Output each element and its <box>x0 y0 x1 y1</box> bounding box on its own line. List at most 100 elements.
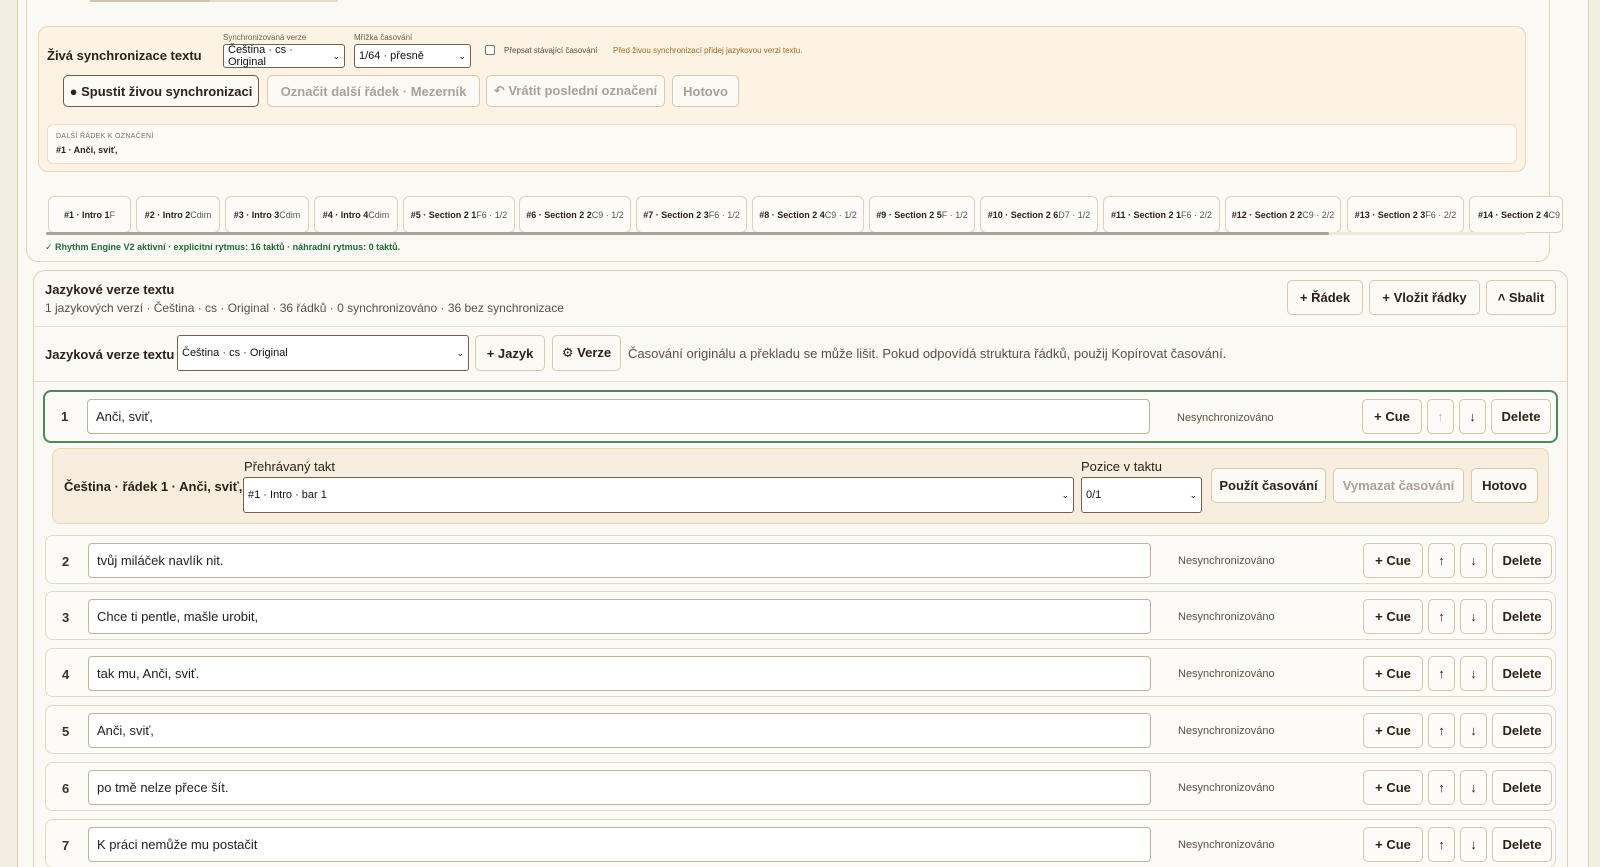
line-number: 6 <box>62 781 70 796</box>
rhythm-engine-status: ✓ Rhythm Engine V2 aktivní · explicitní … <box>45 242 401 252</box>
add-language-button[interactable]: + Jazyk <box>475 335 545 371</box>
versions-settings-button[interactable]: ⚙ Verze <box>552 335 621 371</box>
move-down-button[interactable]: ↓ <box>1460 827 1487 862</box>
chevron-down-icon: ⌄ <box>332 50 340 61</box>
bar-tab[interactable]: #3 · Intro 3 Cdim <box>225 196 309 233</box>
lyric-line-input[interactable]: Anči, sviť, <box>88 713 1151 748</box>
lyric-line-input[interactable]: K práci nemůže mu postačit <box>88 827 1151 862</box>
delete-line-button[interactable]: Delete <box>1492 599 1552 634</box>
line-number: 5 <box>62 724 70 739</box>
delete-line-button[interactable]: Delete <box>1491 399 1551 434</box>
bar-tab[interactable]: #2 · Intro 2 Cdim <box>136 196 220 233</box>
chevron-down-icon: ⌄ <box>1061 489 1069 500</box>
language-versions-summary: 1 jazykových verzí · Čeština · cs · Orig… <box>45 301 564 315</box>
line-number: 7 <box>62 838 70 853</box>
next-line-box: DALŠÍ ŘÁDEK K OZNAČENÍ #1 · Anči, sviť, <box>47 124 1517 164</box>
chevron-down-icon: ⌄ <box>458 50 466 61</box>
add-cue-button[interactable]: + Cue <box>1363 713 1423 748</box>
move-up-button[interactable]: ↑ <box>1428 713 1455 748</box>
delete-line-button[interactable]: Delete <box>1492 543 1552 578</box>
live-sync-hint: Před živou synchronizací přidej jazykovo… <box>613 46 803 55</box>
lyric-line-input[interactable]: Chce ti pentle, mašle urobit, <box>88 599 1151 634</box>
sync-status: Nesynchronizováno <box>1178 782 1275 794</box>
sync-status: Nesynchronizováno <box>1178 668 1275 680</box>
bar-tab[interactable]: #1 · Intro 1F <box>48 196 131 233</box>
add-cue-button[interactable]: + Cue <box>1363 543 1423 578</box>
bar-tab[interactable]: #5 · Section 2 1 F6 · 1/2 <box>403 196 515 233</box>
collapse-button[interactable]: ˄ Sbalit <box>1486 280 1556 315</box>
delete-line-button[interactable]: Delete <box>1492 827 1552 862</box>
overwrite-checkbox[interactable] <box>485 45 495 55</box>
add-cue-button[interactable]: + Cue <box>1363 656 1423 691</box>
add-cue-button[interactable]: + Cue <box>1363 770 1423 805</box>
start-live-sync-button[interactable]: ● Spustit živou synchronizaci <box>63 75 259 107</box>
move-down-button[interactable]: ↓ <box>1460 713 1487 748</box>
tabs-scrollbar-thumb[interactable] <box>46 232 1329 235</box>
tab-stub <box>90 0 210 2</box>
live-sync-title: Živá synchronizace textu <box>47 48 202 63</box>
live-sync-done-button[interactable]: Hotovo <box>672 75 739 107</box>
lyric-line-row: 5 Anči, sviť, Nesynchronizováno + Cue ↑ … <box>45 705 1556 754</box>
tab-stub <box>210 0 338 2</box>
add-line-button[interactable]: + Řádek <box>1287 280 1363 315</box>
add-cue-button[interactable]: + Cue <box>1363 599 1423 634</box>
next-line-label: DALŠÍ ŘÁDEK K OZNAČENÍ <box>56 133 154 140</box>
line-number: 2 <box>62 554 70 569</box>
delete-line-button[interactable]: Delete <box>1492 770 1552 805</box>
move-down-button[interactable]: ↓ <box>1460 656 1487 691</box>
add-cue-button[interactable]: + Cue <box>1363 827 1423 862</box>
bar-tab[interactable]: #11 · Section 2 1 F6 · 2/2 <box>1103 196 1220 233</box>
language-version-select[interactable]: Čeština · cs · Original ⌄ <box>177 335 469 371</box>
language-versions-title: Jazykové verze textu <box>45 282 175 297</box>
sync-status: Nesynchronizováno <box>1178 839 1275 851</box>
move-up-button[interactable]: ↑ <box>1428 770 1455 805</box>
insert-lines-button[interactable]: + Vložit řádky <box>1369 280 1480 315</box>
lyric-line-row: 6 po tmě nelze přece šít. Nesynchronizov… <box>45 762 1556 811</box>
move-down-button[interactable]: ↓ <box>1460 543 1487 578</box>
bar-tab[interactable]: #10 · Section 2 6 D7 · 1/2 <box>980 196 1098 233</box>
lyric-line-input[interactable]: tvůj miláček navlík nit. <box>88 543 1151 578</box>
clear-timing-button[interactable]: Vymazat časování <box>1333 468 1464 503</box>
timing-done-button[interactable]: Hotovo <box>1471 468 1538 503</box>
played-bar-label: Přehrávaný takt <box>244 459 336 474</box>
move-up-button[interactable]: ↑ <box>1428 543 1455 578</box>
timing-info-text: Časování originálu a překladu se může li… <box>628 346 1227 361</box>
move-up-button[interactable]: ↑ <box>1428 827 1455 862</box>
synced-version-select[interactable]: Čeština · cs · Original ⌄ <box>223 44 345 68</box>
delete-line-button[interactable]: Delete <box>1492 713 1552 748</box>
move-up-button[interactable]: ↑ <box>1427 399 1454 434</box>
sync-status: Nesynchronizováno <box>1178 725 1275 737</box>
undo-last-mark-button[interactable]: ↶ Vrátit poslední označení <box>486 75 665 107</box>
sync-status: Nesynchronizováno <box>1178 611 1275 623</box>
bar-tab[interactable]: #9 · Section 2 5F · 1/2 <box>869 196 975 233</box>
move-down-button[interactable]: ↓ <box>1459 399 1486 434</box>
mark-next-line-button[interactable]: Označit další řádek · Mezerník <box>267 75 480 107</box>
move-down-button[interactable]: ↓ <box>1460 599 1487 634</box>
lyric-line-input[interactable]: Anči, sviť, <box>87 399 1150 434</box>
bar-tab[interactable]: #13 · Section 2 3 F6 · 2/2 <box>1347 196 1464 233</box>
move-down-button[interactable]: ↓ <box>1460 770 1487 805</box>
bar-position-label: Pozice v taktu <box>1081 459 1162 474</box>
played-bar-select[interactable]: #1 · Intro · bar 1 ⌄ <box>243 477 1074 513</box>
bar-tab[interactable]: #14 · Section 2 4 C9 <box>1469 196 1563 233</box>
bar-tab[interactable]: #12 · Section 2 2 C9 · 2/2 <box>1225 196 1341 233</box>
move-up-button[interactable]: ↑ <box>1428 656 1455 691</box>
bar-tab[interactable]: #4 · Intro 4 Cdim <box>314 196 398 233</box>
bar-tab[interactable]: #6 · Section 2 2 C9 · 1/2 <box>519 196 631 233</box>
bar-tab[interactable]: #7 · Section 2 3 F6 · 1/2 <box>636 196 747 233</box>
bar-tab[interactable]: #8 · Section 2 4 C9 · 1/2 <box>752 196 864 233</box>
language-version-label: Jazyková verze textu <box>45 347 175 362</box>
apply-timing-button[interactable]: Použít časování <box>1211 468 1326 503</box>
lyric-line-row: 2 tvůj miláček navlík nit. Nesynchronizo… <box>45 535 1556 584</box>
chevron-down-icon: ⌄ <box>456 347 464 358</box>
line-number: 4 <box>62 667 70 682</box>
timing-grid-select[interactable]: 1/64 · přesně ⌄ <box>354 44 471 68</box>
lyric-line-input[interactable]: po tmě nelze přece šít. <box>88 770 1151 805</box>
add-cue-button[interactable]: + Cue <box>1362 399 1422 434</box>
lyric-line-row: 4 tak mu, Anči, sviť. Nesynchronizováno … <box>45 648 1556 697</box>
divider <box>34 381 1567 382</box>
delete-line-button[interactable]: Delete <box>1492 656 1552 691</box>
bar-position-select[interactable]: 0/1 ⌄ <box>1081 477 1202 513</box>
move-up-button[interactable]: ↑ <box>1428 599 1455 634</box>
lyric-line-input[interactable]: tak mu, Anči, sviť. <box>88 656 1151 691</box>
